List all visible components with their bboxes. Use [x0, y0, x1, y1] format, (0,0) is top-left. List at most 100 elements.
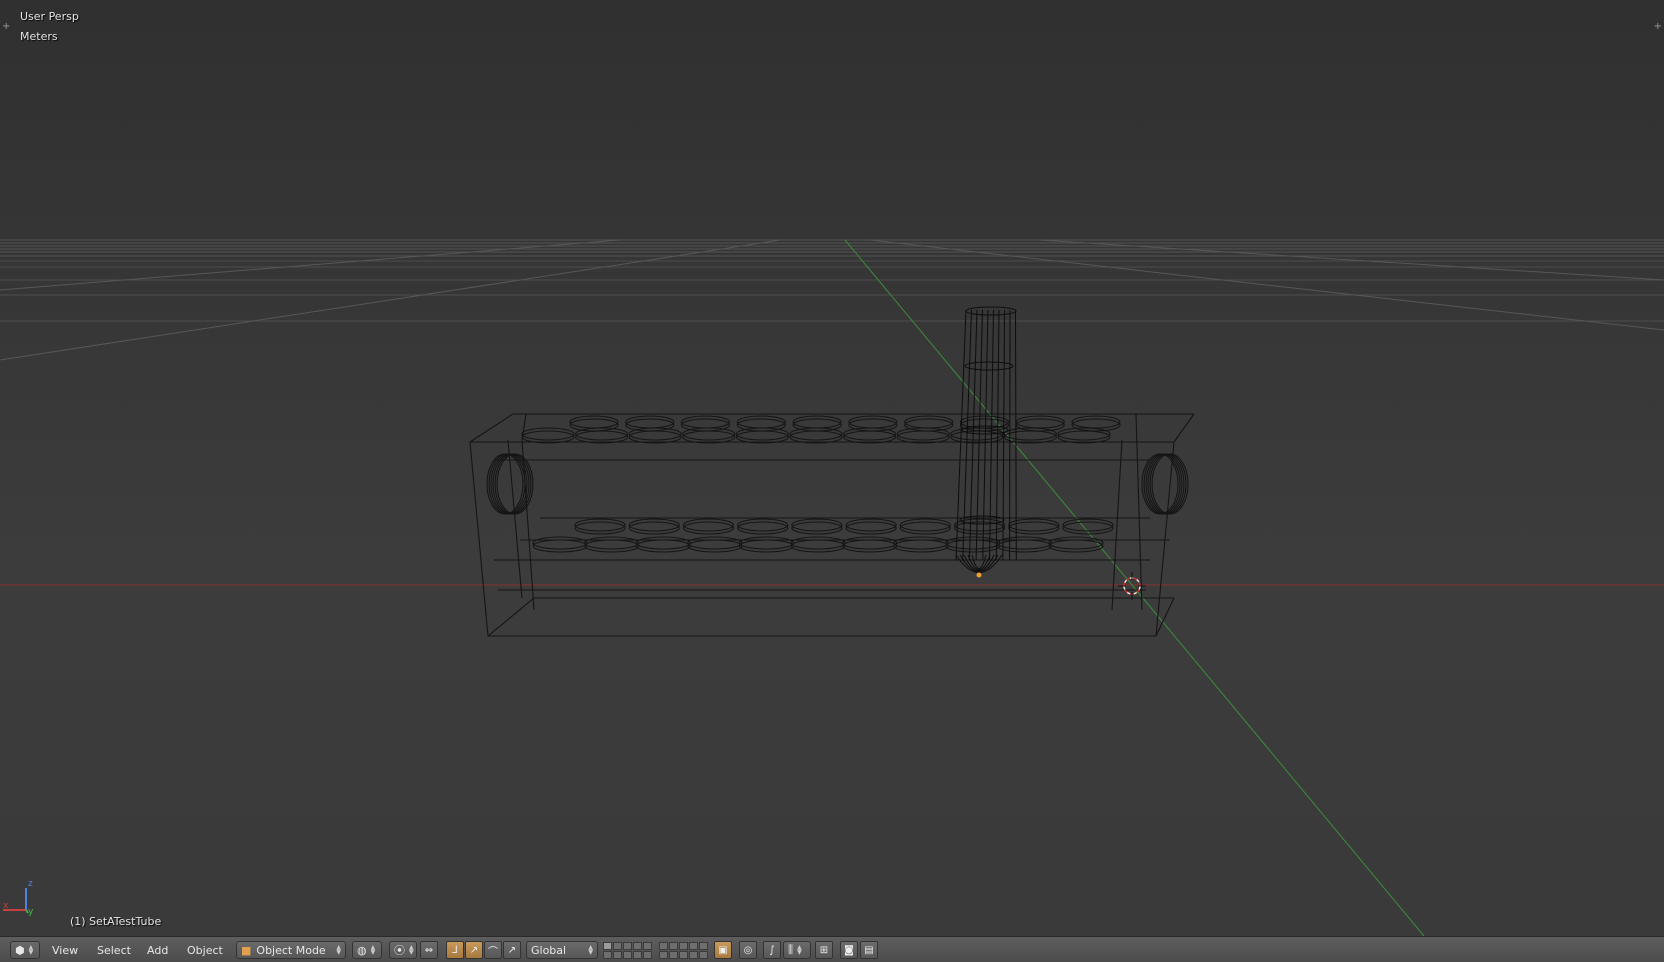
y-axis-line	[844, 239, 1425, 936]
arrow-manipulator-icon[interactable]: ↗	[503, 941, 521, 959]
render-camera-icon[interactable]: ◙	[840, 941, 858, 959]
rack-grip	[1141, 453, 1179, 515]
layer-cell[interactable]	[633, 942, 642, 950]
floor-grid	[0, 239, 1664, 361]
layer-cell[interactable]	[643, 951, 652, 959]
rack-hole	[569, 415, 619, 429]
rack-hole	[532, 539, 588, 553]
rack-hole	[687, 539, 743, 553]
rack-hole	[737, 521, 789, 535]
menu-view[interactable]: View	[46, 941, 84, 959]
rack-edge	[469, 413, 514, 443]
lock-layers-icon[interactable]: ▣	[714, 941, 732, 959]
layer-cell[interactable]	[699, 942, 708, 950]
mode-selector[interactable]: ■ Object Mode ▲ ▼	[236, 941, 346, 959]
rack-hole	[1015, 418, 1065, 432]
layer-grid-left[interactable]	[603, 942, 652, 959]
region-split-handle-right[interactable]: +	[1654, 22, 1662, 32]
layer-cell[interactable]	[699, 951, 708, 959]
rack-hole	[1057, 430, 1111, 444]
rack-hole	[1062, 518, 1114, 532]
layer-grid-right[interactable]	[659, 942, 708, 959]
snap-element-selector[interactable]: ⫼ ▲ ▼	[783, 941, 811, 959]
rack-hole	[569, 418, 619, 432]
rack-hole	[584, 539, 640, 553]
test-tube-rack-wireframe[interactable]	[469, 413, 1195, 637]
rack-hole	[893, 539, 949, 553]
updown-arrows-icon: ▲ ▼	[409, 944, 414, 956]
menu-select[interactable]: Select	[91, 941, 137, 959]
layer-cell[interactable]	[623, 942, 632, 950]
region-split-handle-left[interactable]: +	[2, 22, 10, 32]
snap-magnet-icon[interactable]: ⊞	[815, 941, 833, 959]
rack-hole	[687, 536, 743, 550]
rack-grip	[490, 453, 528, 515]
render-animation-icon[interactable]: ▤	[860, 941, 878, 959]
layer-cell[interactable]	[613, 942, 622, 950]
updown-arrows-icon: ▲ ▼	[336, 944, 341, 956]
layer-cell[interactable]	[679, 942, 688, 950]
rack-grip	[1147, 453, 1185, 515]
pivot-point-selector[interactable]: ⦿ ▲ ▼	[389, 941, 417, 959]
menu-add[interactable]: Add	[141, 941, 174, 959]
rack-hole	[904, 418, 954, 432]
rack-hole	[625, 415, 675, 429]
rack-hole	[848, 415, 898, 429]
proportional-edit-icon[interactable]: ◎	[739, 941, 757, 959]
editor-type-selector[interactable]: ⬢ ▲ ▼	[10, 941, 40, 959]
snap-increment-icon: ⫼	[788, 943, 794, 956]
updown-arrows-icon: ▲ ▼	[797, 944, 802, 956]
layer-cell[interactable]	[669, 942, 678, 950]
rack-hole	[628, 518, 680, 532]
menu-object[interactable]: Object	[181, 941, 229, 959]
rack-hole	[789, 427, 843, 441]
rack-hole	[843, 430, 897, 444]
updown-arrows-icon: ▲ ▼	[588, 944, 593, 956]
transform-orientation-selector[interactable]: Global ▲ ▼	[526, 941, 598, 959]
layer-cell[interactable]	[623, 951, 632, 959]
rotate-manipulator-icon[interactable]: ↗	[465, 941, 483, 959]
gizmo-x-label: x	[3, 901, 9, 911]
layer-cell[interactable]	[689, 942, 698, 950]
rack-hole	[574, 518, 626, 532]
layer-cell[interactable]	[679, 951, 688, 959]
axis-gizmo: x y z	[3, 879, 34, 917]
layer-cell[interactable]	[689, 951, 698, 959]
updown-arrows-icon: ▲ ▼	[28, 944, 34, 956]
rack-hole	[1071, 415, 1121, 429]
3d-viewport[interactable]: x y z User Persp Meters (1) SetATestTube…	[0, 0, 1664, 936]
rack-hole	[945, 539, 1001, 553]
layer-cell[interactable]	[643, 942, 652, 950]
translate-manipulator-icon[interactable]: ⅃	[446, 941, 464, 959]
falloff-icon[interactable]: ∫	[763, 941, 781, 959]
rack-hole	[996, 536, 1052, 550]
layer-cell[interactable]	[603, 942, 612, 950]
rack-hole	[736, 415, 786, 429]
layer-cell[interactable]	[603, 951, 612, 959]
grid-line	[869, 239, 1664, 331]
rack-hole	[792, 415, 842, 429]
rack-hole	[945, 536, 1001, 550]
viewport-shading-selector[interactable]: ◍ ▲ ▼	[352, 941, 382, 959]
rack-hole	[735, 427, 789, 441]
scene-canvas[interactable]: x y z	[0, 0, 1664, 936]
layer-cell[interactable]	[613, 951, 622, 959]
layer-cell[interactable]	[659, 951, 668, 959]
rack-hole	[682, 521, 734, 535]
layer-cell[interactable]	[633, 951, 642, 959]
rack-edge	[469, 441, 489, 637]
layer-cell[interactable]	[669, 951, 678, 959]
rack-hole	[682, 430, 736, 444]
rack-hole	[789, 430, 843, 444]
tube-ring	[964, 361, 1014, 371]
rack-hole	[521, 430, 575, 444]
layer-cell[interactable]	[659, 942, 668, 950]
rack-hole	[791, 521, 843, 535]
scale-manipulator-icon[interactable]: ⌒	[484, 941, 502, 959]
rack-hole	[896, 430, 950, 444]
rack-hole	[575, 430, 629, 444]
rack-hole	[842, 536, 898, 550]
manipulator-toggle-icon[interactable]: ⇔	[420, 941, 438, 959]
updown-arrows-icon: ▲ ▼	[370, 944, 376, 956]
rack-hole	[1048, 536, 1104, 550]
